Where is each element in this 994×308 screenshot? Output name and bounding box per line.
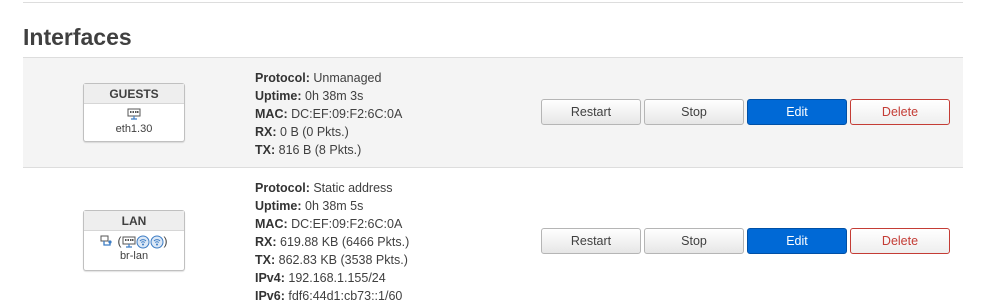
detail-tx: TX: 816 B (8 Pkts.) <box>255 143 362 157</box>
interface-actions: Restart Stop Edit Delete <box>541 228 950 254</box>
detail-protocol: Protocol: Unmanaged <box>255 71 382 85</box>
stop-button[interactable]: Stop <box>644 228 744 254</box>
interface-status: Protocol: Unmanaged Uptime: 0h 38m 3s MA… <box>255 69 402 159</box>
detail-protocol: Protocol: Static address <box>255 181 393 195</box>
delete-button[interactable]: Delete <box>850 99 950 125</box>
wifi-icon <box>136 235 150 249</box>
detail-ipv6: IPv6: fdf6:44d1:cb73::1/60 <box>255 289 403 303</box>
top-divider <box>23 2 963 3</box>
detail-tx: TX: 862.83 KB (3538 Pkts.) <box>255 253 408 267</box>
ethernet-port-icon <box>122 236 136 248</box>
interface-icons <box>84 107 184 122</box>
interface-badge[interactable]: LAN ( ) br-lan <box>83 210 185 271</box>
ethernet-port-icon <box>127 108 141 120</box>
detail-rx: RX: 619.88 KB (6466 Pkts.) <box>255 235 410 249</box>
interface-device: eth1.30 <box>115 123 153 135</box>
interface-badge[interactable]: GUESTS eth1.30 <box>83 83 185 142</box>
interface-name: GUESTS <box>84 84 184 104</box>
page-title: Interfaces <box>23 24 132 50</box>
restart-button[interactable]: Restart <box>541 99 641 125</box>
interface-row-lan: LAN ( ) br-lan Protocol: Static address … <box>23 167 963 308</box>
restart-button[interactable]: Restart <box>541 228 641 254</box>
bridge-icon <box>100 235 113 246</box>
detail-uptime: Uptime: 0h 38m 3s <box>255 89 364 103</box>
interface-device: br-lan <box>119 250 149 262</box>
detail-ipv4: IPv4: 192.168.1.155/24 <box>255 271 386 285</box>
detail-uptime: Uptime: 0h 38m 5s <box>255 199 364 213</box>
delete-button[interactable]: Delete <box>850 228 950 254</box>
stop-button[interactable]: Stop <box>644 99 744 125</box>
bridge-close-paren: ) <box>163 234 168 248</box>
detail-mac: MAC: DC:EF:09:F2:6C:0A <box>255 217 403 231</box>
interface-status: Protocol: Static address Uptime: 0h 38m … <box>255 179 409 305</box>
interface-name: LAN <box>84 211 184 231</box>
interface-actions: Restart Stop Edit Delete <box>541 99 950 125</box>
detail-mac: MAC: DC:EF:09:F2:6C:0A <box>255 107 403 121</box>
interface-row-guests: GUESTS eth1.30 Protocol: Unmanaged Uptim… <box>23 57 963 167</box>
edit-button[interactable]: Edit <box>747 99 847 125</box>
wifi-icon <box>150 235 164 249</box>
interface-icons: ( ) <box>84 234 184 249</box>
edit-button[interactable]: Edit <box>747 228 847 254</box>
detail-rx: RX: 0 B (0 Pkts.) <box>255 125 349 139</box>
